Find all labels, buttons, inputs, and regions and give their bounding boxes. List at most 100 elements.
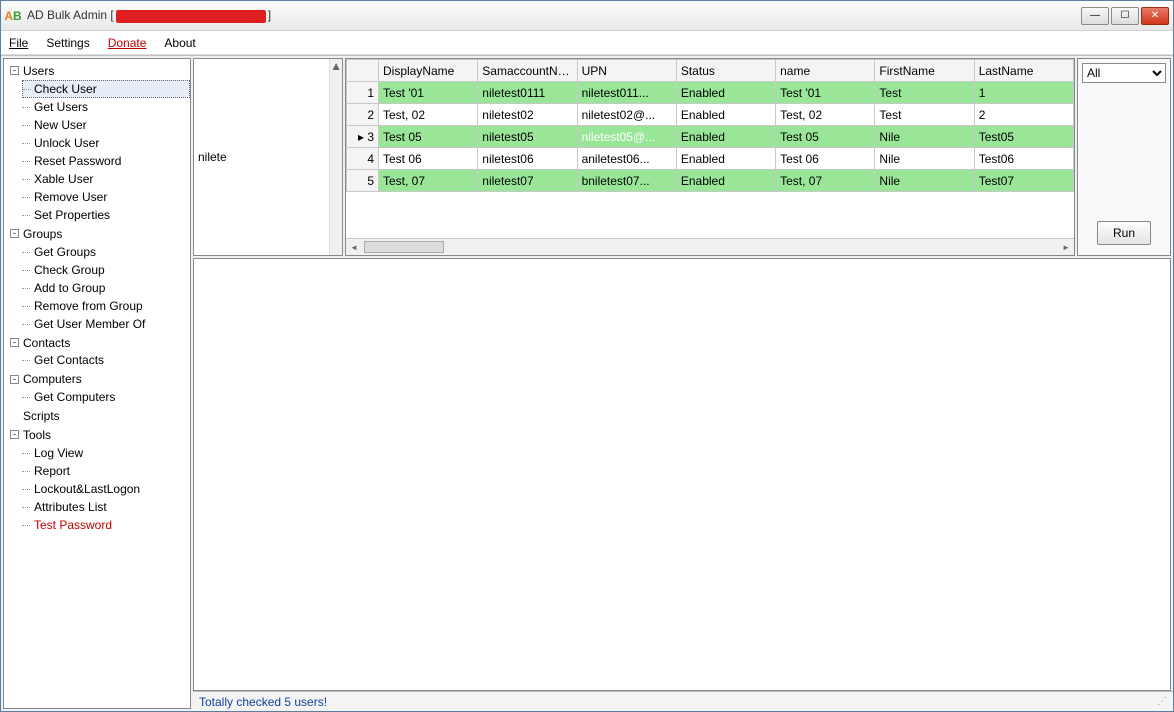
grid-cell[interactable]: 2 [974, 104, 1073, 126]
search-input[interactable] [194, 59, 329, 255]
row-header[interactable]: 4 [347, 148, 379, 170]
tree-item-remove-user[interactable]: Remove User [22, 188, 190, 206]
grid-cell[interactable]: 1 [974, 82, 1073, 104]
menu-settings[interactable]: Settings [46, 36, 89, 50]
tree-item-attributes-list[interactable]: Attributes List [22, 498, 190, 516]
grid-cell[interactable]: bniletest07... [577, 170, 676, 192]
tree-item-get-computers[interactable]: Get Computers [22, 388, 190, 406]
tree-item-test-password[interactable]: Test Password [22, 516, 190, 534]
grid-cell[interactable]: Test 06 [379, 148, 478, 170]
grid-cell[interactable]: Test05 [974, 126, 1073, 148]
grid-cell[interactable]: niletest02@... [577, 104, 676, 126]
resize-grip-icon[interactable]: ⋰ [1157, 696, 1167, 707]
maximize-button[interactable]: ☐ [1111, 7, 1139, 25]
tree-item-new-user[interactable]: New User [22, 116, 190, 134]
column-header[interactable]: UPN [577, 60, 676, 82]
column-header[interactable]: Status [676, 60, 775, 82]
results-grid[interactable]: DisplayNameSamaccountNameUPNStatusnameFi… [345, 58, 1075, 256]
tree-item-get-contacts[interactable]: Get Contacts [22, 351, 190, 369]
grid-cell[interactable]: niletest02 [478, 104, 577, 126]
grid-cell[interactable]: Test 05 [776, 126, 875, 148]
grid-cell[interactable]: Enabled [676, 148, 775, 170]
row-header[interactable]: 5 [347, 170, 379, 192]
grid-cell[interactable]: niletest0111 [478, 82, 577, 104]
tree-group-contacts[interactable]: -Contacts [4, 333, 190, 352]
row-header[interactable]: 1 [347, 82, 379, 104]
grid-cell[interactable]: Test 05 [379, 126, 478, 148]
minimize-button[interactable]: — [1081, 7, 1109, 25]
window-title: AD Bulk Admin [] [27, 8, 271, 22]
grid-cell[interactable]: Test, 07 [776, 170, 875, 192]
tree-item-get-users[interactable]: Get Users [22, 98, 190, 116]
grid-cell[interactable]: aniletest06... [577, 148, 676, 170]
grid-cell[interactable]: Enabled [676, 170, 775, 192]
tree-item-xable-user[interactable]: Xable User [22, 170, 190, 188]
grid-cell[interactable]: Test, 02 [379, 104, 478, 126]
expander-icon[interactable]: - [10, 375, 19, 384]
tree-item-check-group[interactable]: Check Group [22, 261, 190, 279]
column-header[interactable]: LastName [974, 60, 1073, 82]
column-header[interactable]: SamaccountName [478, 60, 577, 82]
close-button[interactable]: ✕ [1141, 7, 1169, 25]
grid-horizontal-scrollbar[interactable]: ◄ ► [346, 238, 1074, 255]
grid-cell[interactable]: Test07 [974, 170, 1073, 192]
tree-group-groups[interactable]: -Groups [4, 224, 190, 243]
grid-cell[interactable]: niletest05@... [577, 126, 676, 148]
tree-item-get-groups[interactable]: Get Groups [22, 243, 190, 261]
tree-item-get-user-member-of[interactable]: Get User Member Of [22, 315, 190, 333]
grid-cell[interactable]: Test, 02 [776, 104, 875, 126]
row-header[interactable]: 2 [347, 104, 379, 126]
tree-item-set-properties[interactable]: Set Properties [22, 206, 190, 224]
scroll-thumb[interactable] [364, 241, 444, 253]
grid-cell[interactable]: Test06 [974, 148, 1073, 170]
tree-group-users[interactable]: -Users [4, 61, 190, 80]
output-panel[interactable] [193, 258, 1171, 691]
grid-cell[interactable]: Enabled [676, 126, 775, 148]
tree-group-computers[interactable]: -Computers [4, 369, 190, 388]
menu-file[interactable]: File [9, 36, 28, 50]
expander-icon[interactable]: - [10, 229, 19, 238]
tree-item-reset-password[interactable]: Reset Password [22, 152, 190, 170]
grid-cell[interactable]: Nile [875, 126, 974, 148]
tree-item-report[interactable]: Report [22, 462, 190, 480]
tree-item-lockout-lastlogon[interactable]: Lockout&LastLogon [22, 480, 190, 498]
grid-cell[interactable]: Nile [875, 170, 974, 192]
grid-cell[interactable]: niletest05 [478, 126, 577, 148]
grid-cell[interactable]: Enabled [676, 104, 775, 126]
tree-item-unlock-user[interactable]: Unlock User [22, 134, 190, 152]
grid-cell[interactable]: Test '01 [379, 82, 478, 104]
grid-cell[interactable]: niletest07 [478, 170, 577, 192]
navigation-tree[interactable]: -Users Check User Get Users New User Unl… [3, 58, 191, 709]
scroll-right-icon[interactable]: ► [1058, 239, 1074, 255]
grid-cell[interactable]: niletest06 [478, 148, 577, 170]
column-header[interactable]: name [776, 60, 875, 82]
tree-item-add-to-group[interactable]: Add to Group [22, 279, 190, 297]
tree-item-remove-from-group[interactable]: Remove from Group [22, 297, 190, 315]
row-header[interactable]: ▸ 3 [347, 126, 379, 148]
run-button[interactable]: Run [1097, 221, 1151, 245]
grid-cell[interactable]: Test '01 [776, 82, 875, 104]
scroll-left-icon[interactable]: ◄ [346, 239, 362, 255]
action-panel: All Run [1077, 58, 1171, 256]
tree-group-tools[interactable]: -Tools [4, 425, 190, 444]
grid-cell[interactable]: Test [875, 104, 974, 126]
search-scrollbar[interactable]: ▲ [329, 59, 342, 255]
grid-cell[interactable]: Test 06 [776, 148, 875, 170]
grid-cell[interactable]: niletest011... [577, 82, 676, 104]
menu-donate[interactable]: Donate [108, 36, 147, 50]
expander-icon[interactable]: - [10, 66, 19, 75]
expander-icon[interactable]: - [10, 430, 19, 439]
grid-cell[interactable]: Nile [875, 148, 974, 170]
menu-about[interactable]: About [164, 36, 195, 50]
expander-icon[interactable]: - [10, 338, 19, 347]
column-header[interactable]: DisplayName [379, 60, 478, 82]
tree-item-log-view[interactable]: Log View [22, 444, 190, 462]
column-header[interactable]: FirstName [875, 60, 974, 82]
tree-group-scripts[interactable]: Scripts [4, 406, 190, 425]
filter-select[interactable]: All [1082, 63, 1166, 83]
window-controls: — ☐ ✕ [1081, 7, 1169, 25]
tree-item-check-user[interactable]: Check User [22, 80, 190, 98]
grid-cell[interactable]: Enabled [676, 82, 775, 104]
grid-cell[interactable]: Test [875, 82, 974, 104]
grid-cell[interactable]: Test, 07 [379, 170, 478, 192]
